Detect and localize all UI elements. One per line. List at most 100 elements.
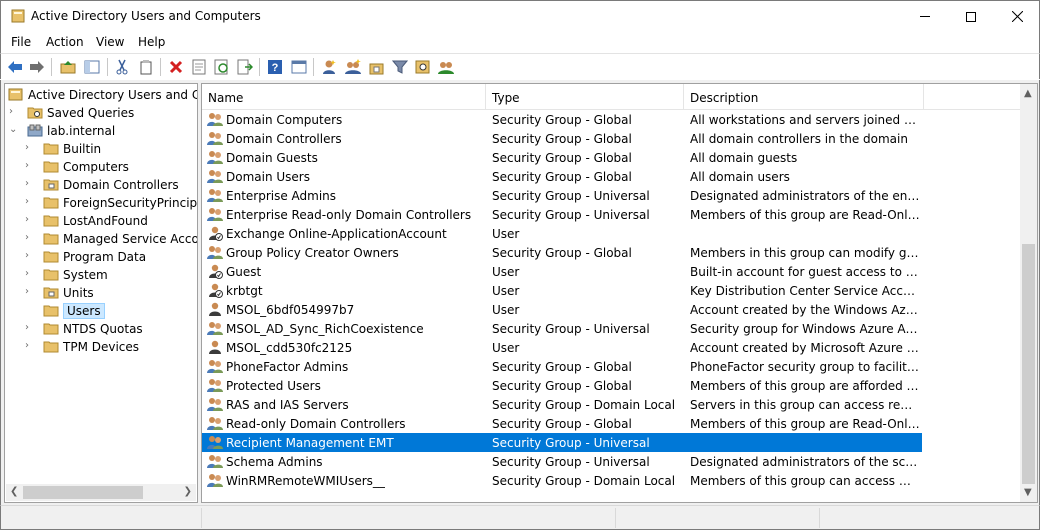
tree-item-label: Managed Service Accounts — [63, 232, 198, 246]
cell-name: PhoneFactor Admins — [226, 360, 349, 374]
chevron-right-icon[interactable] — [25, 305, 35, 315]
new-group-button[interactable] — [343, 57, 363, 76]
cell-type: Security Group - Global — [492, 170, 632, 184]
tree-item-builtin[interactable]: › Builtin — [5, 140, 197, 158]
scroll-thumb[interactable] — [1022, 244, 1035, 484]
folder-icon — [43, 196, 59, 209]
list-row[interactable]: Recipient Management EMT Security Group -… — [202, 433, 922, 452]
cell-type: Security Group - Global — [492, 417, 632, 431]
export-list-button[interactable] — [235, 57, 255, 76]
list-row[interactable]: Domain Controllers Security Group - Globa… — [202, 129, 922, 148]
delete-button[interactable] — [166, 57, 186, 76]
menu-action[interactable]: Action — [46, 35, 84, 49]
tree-item-units[interactable]: › Units — [5, 284, 197, 302]
up-folder-button[interactable] — [58, 57, 78, 76]
filter-button[interactable] — [390, 57, 410, 76]
minimize-button[interactable] — [902, 1, 948, 32]
tree-item-computers[interactable]: › Computers — [5, 158, 197, 176]
maximize-button[interactable] — [948, 1, 994, 32]
column-header-name[interactable]: Name — [202, 84, 486, 109]
tree-item-domain-controllers[interactable]: › Domain Controllers — [5, 176, 197, 194]
close-button[interactable] — [994, 1, 1040, 32]
chevron-right-icon[interactable]: › — [9, 107, 19, 117]
list-row[interactable]: Schema Admins Security Group - Universal D… — [202, 452, 922, 471]
menu-help[interactable]: Help — [138, 35, 165, 49]
tree-item-lostandfound[interactable]: › LostAndFound — [5, 212, 197, 230]
chevron-right-icon[interactable]: › — [25, 179, 35, 189]
list-row[interactable]: Guest User Built-in account for guest acce… — [202, 262, 922, 281]
chevron-right-icon[interactable]: › — [25, 251, 35, 261]
find-button[interactable] — [413, 57, 433, 76]
tree-item-managed-service-accounts[interactable]: › Managed Service Accounts — [5, 230, 197, 248]
menu-file[interactable]: File — [11, 35, 31, 49]
chevron-right-icon[interactable]: › — [25, 323, 35, 333]
tree-item-label: Units — [63, 286, 94, 300]
cell-type: Security Group - Global — [492, 113, 632, 127]
cell-type: Security Group - Universal — [492, 189, 650, 203]
menu-view[interactable]: View — [96, 35, 124, 49]
column-header-type[interactable]: Type — [486, 84, 684, 109]
chevron-down-icon[interactable]: ⌄ — [9, 125, 19, 135]
scroll-left-icon[interactable]: ❮ — [10, 486, 18, 497]
cut-button[interactable] — [112, 57, 132, 76]
tree-item-program-data[interactable]: › Program Data — [5, 248, 197, 266]
tree-item-label: lab.internal — [47, 124, 116, 138]
cell-type: Security Group - Global — [492, 151, 632, 165]
list-row[interactable]: Protected Users Security Group - Global Me… — [202, 376, 922, 395]
tree-item-ntds-quotas[interactable]: › NTDS Quotas — [5, 320, 197, 338]
tree-horizontal-scrollbar[interactable]: ❮ ❯ — [6, 484, 196, 501]
show-console-tree-button[interactable] — [82, 57, 102, 76]
scroll-right-icon[interactable]: ❯ — [184, 486, 192, 497]
copy-button[interactable] — [136, 57, 156, 76]
list-row[interactable]: Read-only Domain Controllers Security Gro… — [202, 414, 922, 433]
help-button[interactable]: ? — [265, 57, 285, 76]
list-row[interactable]: Enterprise Read-only Domain Controllers S… — [202, 205, 922, 224]
tree-item-system[interactable]: › System — [5, 266, 197, 284]
list-row[interactable]: RAS and IAS Servers Security Group - Doma… — [202, 395, 922, 414]
mmc-button[interactable] — [289, 57, 309, 76]
new-ou-button[interactable] — [367, 57, 387, 76]
refresh-button[interactable] — [212, 57, 232, 76]
list-row[interactable]: MSOL_cdd530fc2125 User Account created by … — [202, 338, 922, 357]
list-row[interactable]: krbtgt User Key Distribution Center Servic… — [202, 281, 922, 300]
list-row[interactable]: WinRMRemoteWMIUsers__ Security Group - Do… — [202, 471, 922, 490]
list-row[interactable]: MSOL_AD_Sync_RichCoexistence Security Gro… — [202, 319, 922, 338]
new-user-icon — [323, 59, 336, 74]
chevron-right-icon[interactable]: › — [25, 197, 35, 207]
back-icon — [8, 60, 22, 73]
chevron-right-icon[interactable]: › — [25, 287, 35, 297]
chevron-right-icon[interactable]: › — [25, 233, 35, 243]
list-row[interactable]: Domain Users Security Group - Global All d… — [202, 167, 922, 186]
list-row[interactable]: Exchange Online-ApplicationAccount User — [202, 224, 922, 243]
list-row[interactable]: Group Policy Creator Owners Security Grou… — [202, 243, 922, 262]
tree-item-users[interactable]: Users — [5, 302, 197, 320]
tree-item-lab-internal[interactable]: ⌄ lab.internal — [5, 122, 197, 140]
list-row[interactable]: PhoneFactor Admins Security Group - Globa… — [202, 357, 922, 376]
properties-button[interactable] — [189, 57, 209, 76]
scroll-down-icon[interactable]: ▼ — [1024, 487, 1032, 498]
back-button[interactable] — [5, 57, 25, 76]
list-row[interactable]: Domain Computers Security Group - Global A… — [202, 110, 922, 129]
chevron-right-icon[interactable]: › — [25, 269, 35, 279]
chevron-right-icon[interactable]: › — [25, 341, 35, 351]
chevron-right-icon[interactable]: › — [25, 215, 35, 225]
chevron-right-icon[interactable]: › — [25, 143, 35, 153]
new-user-button[interactable] — [319, 57, 339, 76]
list-row[interactable]: Domain Guests Security Group - Global All … — [202, 148, 922, 167]
cell-name: Enterprise Read-only Domain Controllers — [226, 208, 472, 222]
list-vertical-scrollbar[interactable]: ▲ ▼ — [1020, 84, 1037, 502]
details-list: Name Type Description Domain Computers Se… — [201, 83, 1038, 503]
list-row[interactable]: Enterprise Admins Security Group - Univer… — [202, 186, 922, 205]
list-row[interactable]: MSOL_6bdf054997b7 User Account created by … — [202, 300, 922, 319]
scroll-thumb[interactable] — [23, 486, 143, 499]
forward-button[interactable] — [27, 57, 47, 76]
tree-item-saved-queries[interactable]: › Saved Queries — [5, 104, 197, 122]
add-to-group-button[interactable] — [436, 57, 456, 76]
title-bar: Active Directory Users and Computers — [0, 0, 1040, 31]
chevron-right-icon[interactable]: › — [25, 161, 35, 171]
column-header-description[interactable]: Description — [684, 84, 924, 109]
tree-root[interactable]: Active Directory Users and Com — [5, 86, 197, 104]
tree-item-foreignsecurityprincipals[interactable]: › ForeignSecurityPrincipals — [5, 194, 197, 212]
scroll-up-icon[interactable]: ▲ — [1024, 88, 1032, 99]
tree-item-tpm-devices[interactable]: › TPM Devices — [5, 338, 197, 356]
